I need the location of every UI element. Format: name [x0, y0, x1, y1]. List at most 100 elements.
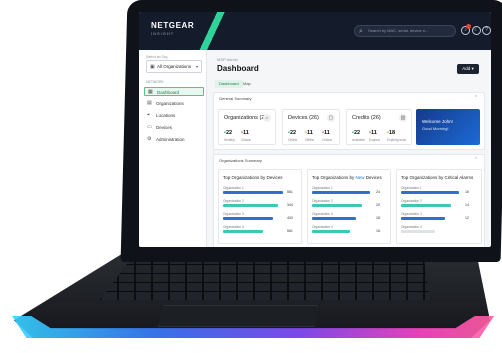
building-icon: ⌂	[263, 114, 271, 122]
stat-label: Expiring soon	[387, 138, 407, 142]
row-label: Organization 1	[223, 186, 244, 190]
stat-label: Available	[352, 138, 365, 142]
row-bar	[223, 230, 263, 233]
row-bar	[401, 191, 459, 194]
brand-logo[interactable]: NETGEAR	[151, 21, 194, 30]
widget-title: Top Organizations by Devices	[223, 175, 283, 180]
sidebar-item-label: Devices	[156, 125, 173, 130]
admin-icon: ⚙	[147, 136, 152, 142]
row-value: 16	[376, 229, 380, 233]
sidebar-item-locations[interactable]: ⌖ Locations	[144, 111, 204, 120]
keyboard-rows	[100, 256, 430, 300]
row-bar	[401, 230, 435, 233]
card-title: Devices (26)	[288, 115, 319, 121]
magnifier-icon: ⌕	[359, 28, 363, 35]
sidebar-item-organizations[interactable]: ▤ Organizations	[144, 99, 204, 108]
organizations-card[interactable]: Organizations (26) ⌂ •22 Healthy •11 Cri…	[218, 109, 276, 145]
building-icon: ▣	[150, 64, 155, 70]
stat-label: Healthy	[224, 138, 235, 142]
nav-heading: NETWORK	[146, 80, 164, 84]
org-select-label: Select an Org	[146, 55, 168, 59]
row-bar	[223, 191, 283, 194]
row-bar	[312, 191, 370, 194]
row-bar	[223, 204, 278, 207]
org-select-value: All Organizations	[157, 64, 192, 69]
breadcrumb[interactable]: MSP Admin	[217, 57, 238, 62]
search-placeholder: Search by MAC, serial, device n...	[368, 28, 429, 33]
devices-card[interactable]: Devices (26) ▢ •22 Online •11 Offline •1…	[282, 109, 340, 145]
row-value: 16	[465, 190, 469, 194]
chevron-up-icon[interactable]: ⌃	[474, 95, 478, 101]
sidebar-item-label: Locations	[156, 113, 176, 118]
location-pin-icon: ⌖	[147, 112, 150, 118]
stat-label: Online	[288, 138, 298, 142]
panel-label: Organizations Summary	[219, 158, 262, 163]
row-value: 14	[465, 203, 469, 207]
device-icon: ▢	[327, 114, 335, 122]
welcome-subtext: Good Morning!	[422, 126, 449, 131]
laptop-mockup: NETGEAR INSIGHT ⌕ Search by MAC, serial,…	[0, 0, 502, 353]
row-value: 20	[376, 203, 380, 207]
top-orgs-critical-alarms-widget: Top Organizations by Critical Alarms Org…	[396, 169, 482, 244]
top-orgs-devices-widget: Top Organizations by Devices Organizatio…	[218, 169, 302, 244]
notification-badge	[466, 24, 471, 29]
stat-value: •18	[387, 130, 396, 136]
row-bar	[401, 217, 445, 220]
top-orgs-new-devices-widget: Top Organizations by New Devices Organiz…	[307, 169, 391, 244]
organizations-summary-panel: Organizations Summary ⌃ Top Organization…	[213, 154, 485, 247]
stat-label: Critical	[241, 138, 251, 142]
widget-title: Top Organizations by Critical Alarms	[401, 175, 474, 180]
sidebar-item-label: Dashboard	[157, 90, 180, 95]
tab-map[interactable]: Map	[239, 80, 255, 88]
general-summary-panel: General Summary ⌃ Organizations (26) ⌂ •…	[213, 92, 485, 150]
sidebar-item-dashboard[interactable]: ▦ Dashboard	[144, 87, 204, 96]
stat-value: •22	[224, 130, 233, 136]
row-label: Organization 1	[401, 186, 422, 190]
row-label: Organization 3	[223, 212, 244, 216]
row-label: Organization 4	[223, 225, 244, 229]
row-value: 561	[287, 229, 293, 233]
credits-card[interactable]: Credits (26) ▥ •22 Available •11 Expired…	[346, 109, 412, 145]
row-value: 18	[376, 216, 380, 220]
stat-label: Expired	[369, 138, 380, 142]
row-label: Organization 2	[223, 199, 244, 203]
widget-title: Top Organizations by New Devices	[312, 175, 382, 180]
stat-label: Critical	[322, 138, 332, 142]
welcome-banner: Welcome John! Good Morning!	[416, 109, 480, 145]
org-select[interactable]: ▣ All Organizations ▾	[146, 60, 202, 73]
row-label: Organization 2	[401, 199, 422, 203]
stat-label: Offline	[305, 138, 315, 142]
row-bar	[401, 204, 451, 207]
trackpad	[158, 305, 318, 327]
row-bar	[223, 217, 273, 220]
chevron-up-icon[interactable]: ⌃	[474, 157, 478, 163]
stat-value: •22	[352, 130, 361, 136]
add-button[interactable]: Add ▾	[457, 64, 479, 74]
card-title: Credits (26)	[352, 115, 381, 121]
moon-icon[interactable]: ☾	[472, 26, 481, 35]
help-icon[interactable]: ?	[482, 26, 491, 35]
add-button-label: Add	[462, 66, 471, 71]
sidebar-item-devices[interactable]: ▭ Devices	[144, 123, 204, 132]
stat-value: •11	[241, 130, 249, 136]
row-bar	[312, 204, 362, 207]
panel-label: General Summary	[219, 96, 252, 101]
row-label: Organization 4	[401, 225, 422, 229]
row-value: 561	[287, 190, 293, 194]
sidebar-item-administration[interactable]: ⚙ Administration	[144, 135, 204, 144]
welcome-greeting: Welcome John!	[422, 119, 453, 124]
row-label: Organization 4	[312, 225, 333, 229]
sidebar-item-label: Organizations	[156, 101, 184, 106]
trash-icon: ▥	[399, 114, 407, 122]
row-value: 344	[287, 203, 293, 207]
top-bar: NETGEAR INSIGHT ⌕ Search by MAC, serial,…	[139, 12, 491, 50]
row-label: Organization 3	[401, 212, 422, 216]
row-value: 24	[376, 190, 380, 194]
row-label: Organization 2	[312, 199, 333, 203]
row-value: 403	[287, 216, 293, 220]
stat-value: •22	[288, 130, 297, 136]
stat-value: •11	[305, 130, 313, 136]
chevron-down-icon: ▾	[195, 64, 198, 69]
search-input[interactable]: ⌕ Search by MAC, serial, device n...	[354, 25, 456, 37]
sidebar: Select an Org ▣ All Organizations ▾ NETW…	[139, 50, 207, 247]
